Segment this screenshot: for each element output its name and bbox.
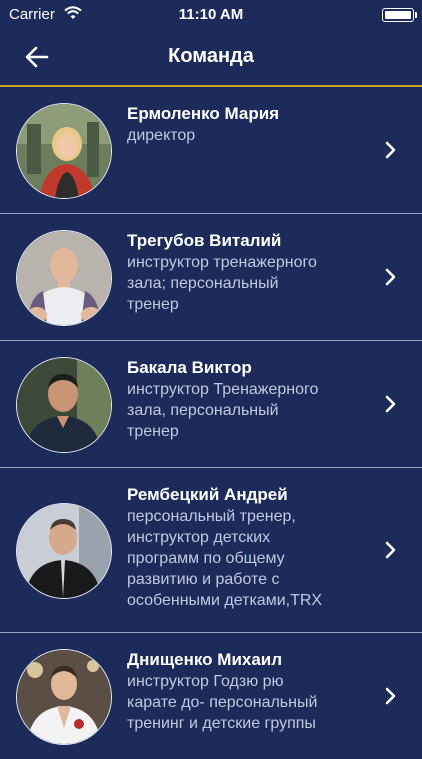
avatar <box>16 503 112 599</box>
team-list: Ермоленко Мария директор Трегубов Витали… <box>0 87 422 759</box>
member-role: инструктор Тренажерного зала, персональн… <box>127 381 319 440</box>
member-info: Бакала Виктор инструктор Тренажерного за… <box>127 357 367 442</box>
chevron-right-icon <box>385 541 396 559</box>
team-member-row[interactable]: Днищенко Михаил инструктор Годзю рю кара… <box>0 633 422 759</box>
member-info: Ермоленко Мария директор <box>127 103 367 146</box>
chevron-right-icon <box>385 395 396 413</box>
avatar <box>16 357 112 453</box>
team-member-row[interactable]: Рембецкий Андрей персональный тренер, ин… <box>0 468 422 633</box>
member-role: инструктор тренажерного зала; персональн… <box>127 254 317 313</box>
team-member-row[interactable]: Бакала Виктор инструктор Тренажерного за… <box>0 341 422 468</box>
team-member-row[interactable]: Ермоленко Мария директор <box>0 87 422 214</box>
avatar <box>16 230 112 326</box>
avatar <box>16 649 112 745</box>
member-name: Днищенко Михаил <box>127 650 283 669</box>
member-name: Рембецкий Андрей <box>127 485 288 504</box>
chevron-right-icon <box>385 687 396 705</box>
member-name: Ермоленко Мария <box>127 104 280 123</box>
member-role: персональный тренер, инструктор детских … <box>127 508 323 609</box>
battery-icon <box>382 8 417 22</box>
chevron-right-icon <box>385 268 396 286</box>
member-role: директор <box>127 127 196 144</box>
member-name: Трегубов Виталий <box>127 231 282 250</box>
chevron-right-icon <box>385 141 396 159</box>
member-info: Днищенко Михаил инструктор Годзю рю кара… <box>127 649 367 734</box>
status-bar: Carrier 11:10 AM <box>0 0 422 30</box>
team-member-row[interactable]: Трегубов Виталий инструктор тренажерного… <box>0 214 422 341</box>
navigation-bar: Команда <box>0 30 422 87</box>
member-name: Бакала Виктор <box>127 358 252 377</box>
member-info: Трегубов Виталий инструктор тренажерного… <box>127 230 367 315</box>
page-title: Команда <box>168 45 254 67</box>
avatar <box>16 103 112 199</box>
status-time: 11:10 AM <box>178 6 244 23</box>
member-info: Рембецкий Андрей персональный тренер, ин… <box>127 484 367 611</box>
member-role: инструктор Годзю рю карате до- персональ… <box>127 673 318 732</box>
